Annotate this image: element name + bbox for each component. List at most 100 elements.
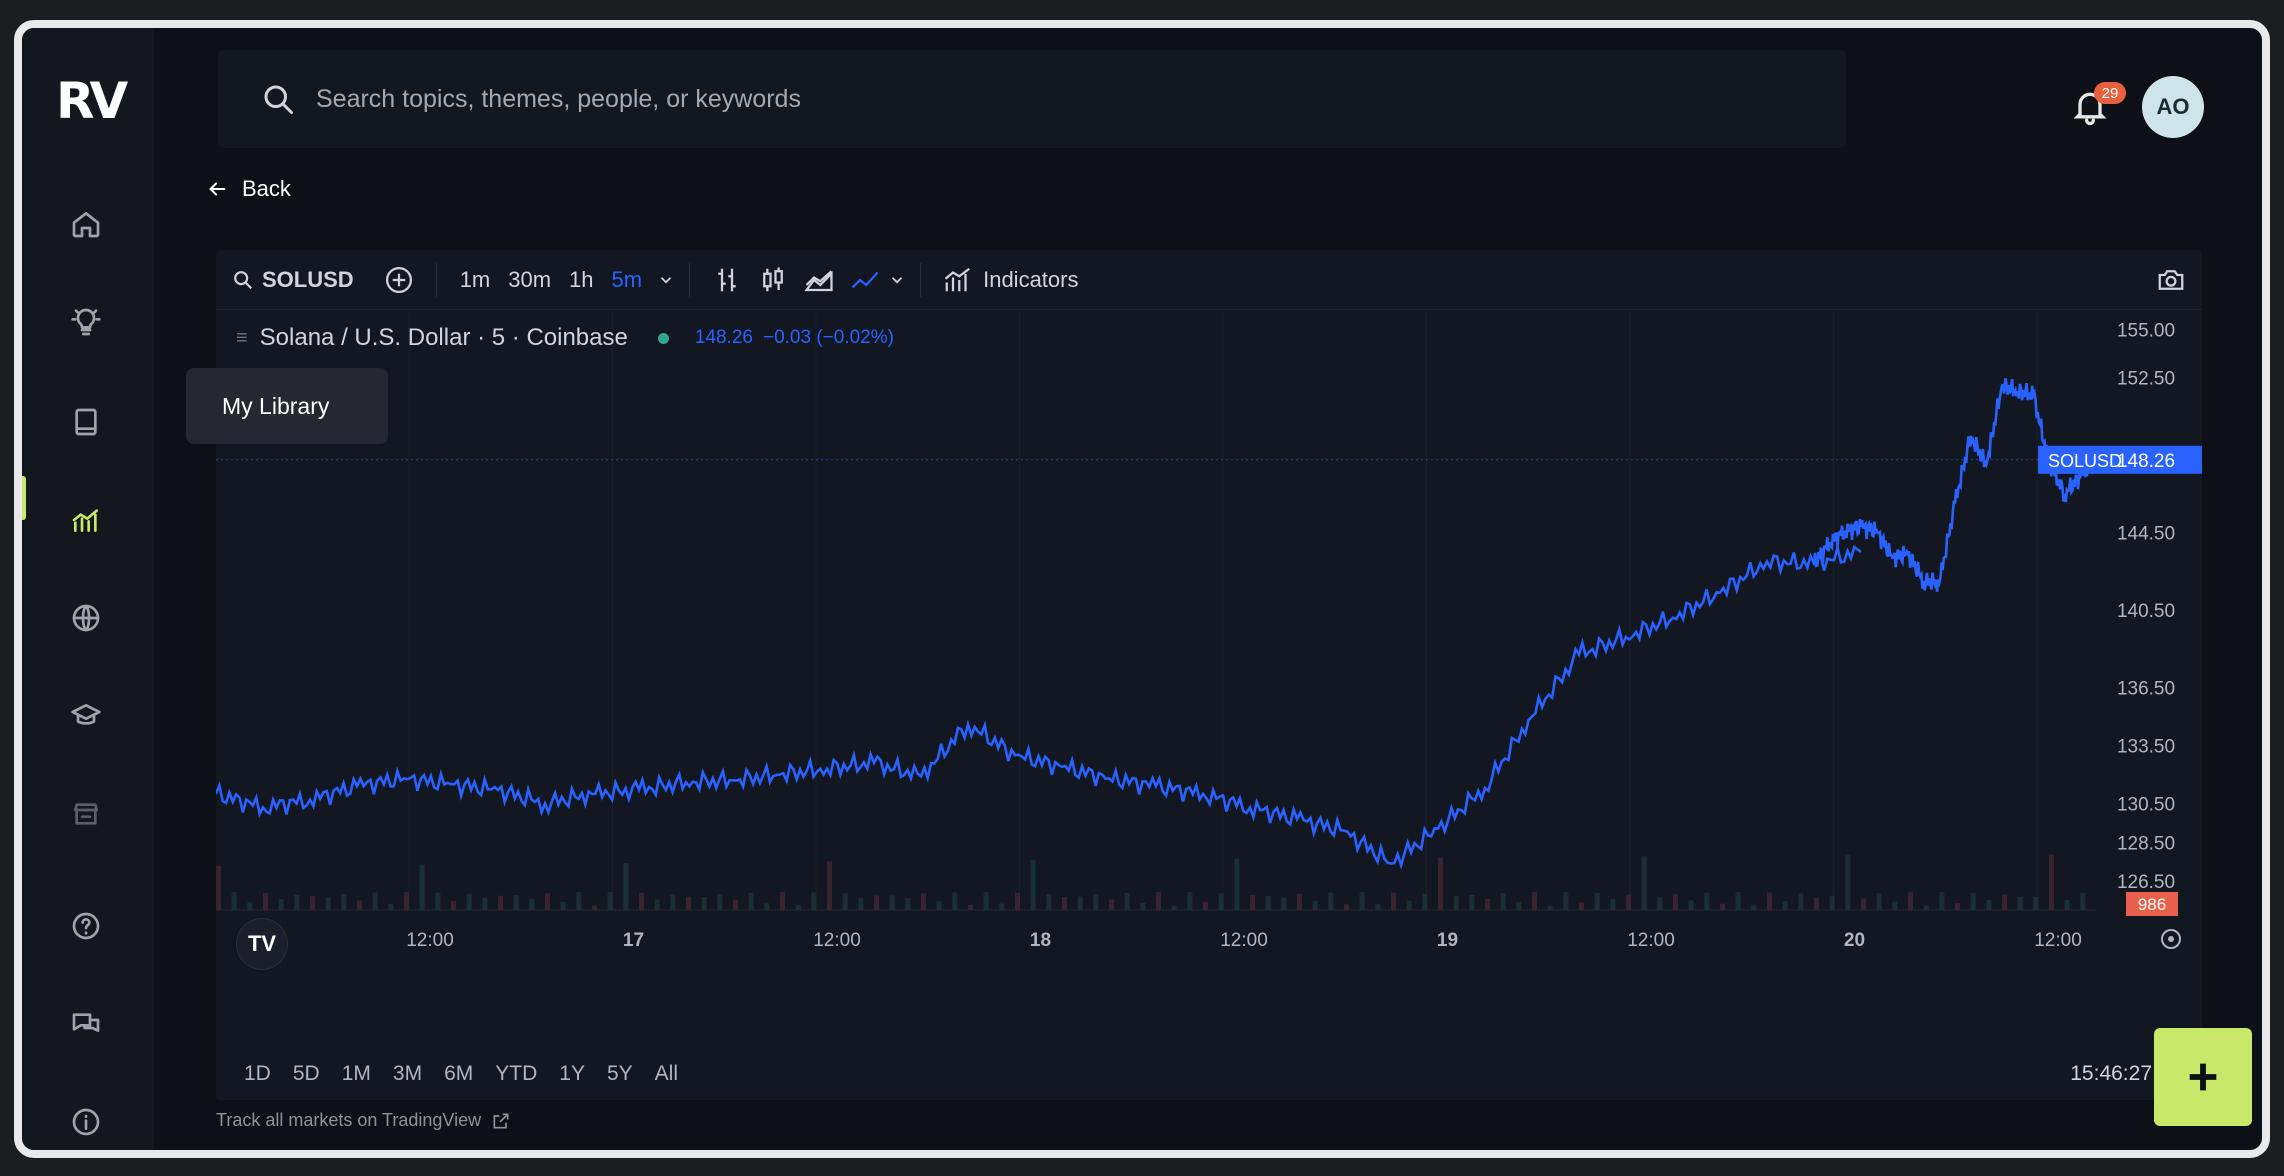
volume-bar — [1124, 892, 1130, 910]
volume-bar — [717, 894, 723, 910]
volume-bar — [968, 904, 973, 910]
home-icon[interactable] — [68, 206, 104, 242]
interval-1m[interactable]: 1m — [451, 267, 500, 293]
help-icon[interactable] — [68, 908, 104, 944]
volume-bar — [404, 892, 409, 910]
app-logo[interactable]: RV — [56, 72, 128, 130]
volume-bar — [1218, 893, 1224, 910]
graduation-cap-icon[interactable] — [68, 698, 104, 734]
x-tick-label: 17 — [623, 930, 644, 951]
range-all[interactable]: All — [647, 1062, 686, 1086]
range-1d[interactable]: 1D — [236, 1062, 279, 1086]
interval-1h[interactable]: 1h — [560, 267, 602, 293]
chat-icon[interactable] — [68, 1006, 104, 1042]
volume-bar — [2049, 854, 2054, 910]
volume-bar — [1704, 892, 1710, 910]
plus-icon — [2189, 1063, 2217, 1091]
range-5d[interactable]: 5D — [285, 1062, 328, 1086]
sidebar-tooltip: My Library — [186, 368, 388, 444]
volume-bar — [2002, 894, 2007, 910]
volume-bar — [388, 903, 394, 910]
volume-bar — [372, 892, 378, 910]
volume-bar — [1986, 899, 1992, 910]
y-tick-label: 130.50 — [2117, 795, 2175, 816]
avatar[interactable]: AO — [2142, 76, 2204, 138]
toolbar-divider — [920, 262, 922, 297]
chevron-down-icon[interactable] — [888, 271, 906, 289]
range-6m[interactable]: 6M — [436, 1062, 481, 1086]
tradingview-link[interactable]: Track all markets on TradingView — [216, 1110, 511, 1131]
volume-bar — [1594, 892, 1600, 910]
area-style-icon[interactable] — [804, 265, 834, 295]
volume-bar — [482, 897, 488, 910]
volume-bar — [1297, 893, 1302, 910]
info-icon[interactable] — [68, 1104, 104, 1140]
chart-toolbar: SOLUSD 1m 30m 1h 5m Indicators — [216, 250, 2202, 310]
book-icon[interactable] — [68, 404, 104, 440]
range-1m[interactable]: 1M — [334, 1062, 379, 1086]
external-link-icon — [493, 1113, 509, 1128]
tradingview-logo[interactable]: TV — [236, 918, 288, 970]
volume-bar — [1829, 895, 1835, 910]
search-icon — [264, 85, 293, 114]
legend-menu-icon[interactable]: ≡ — [236, 327, 248, 350]
range-1y[interactable]: 1Y — [551, 1062, 593, 1086]
lightbulb-icon[interactable] — [68, 304, 104, 340]
volume-bar — [889, 895, 895, 910]
add-symbol-icon[interactable] — [384, 265, 414, 295]
indicators-icon[interactable] — [943, 265, 973, 295]
price-series-line — [1812, 378, 2097, 592]
globe-icon[interactable] — [68, 600, 104, 636]
volume-bar — [2080, 892, 2086, 910]
volume-bar — [2033, 896, 2039, 910]
candles-style-icon[interactable] — [758, 265, 788, 295]
range-3m[interactable]: 3M — [385, 1062, 430, 1086]
volume-bar — [1375, 904, 1381, 910]
range-ytd[interactable]: YTD — [487, 1062, 545, 1086]
symbol-search-button[interactable]: SOLUSD — [232, 267, 354, 293]
volume-bar — [560, 901, 566, 910]
volume-bar — [1547, 905, 1553, 910]
volume-bar — [1046, 894, 1052, 910]
price-chart[interactable]: 155.00 152.50 144.50 140.50 136.50 133.50 130.… — [216, 310, 2202, 1100]
y-tick-label: 133.50 — [2117, 736, 2175, 757]
volume-bar — [1077, 896, 1083, 910]
range-5y[interactable]: 5Y — [599, 1062, 641, 1086]
active-nav-indicator — [22, 476, 26, 520]
volume-bar — [1720, 903, 1725, 910]
volume-bar — [1140, 902, 1146, 910]
volume-bar — [1109, 899, 1114, 910]
volume-bar — [936, 901, 942, 910]
store-icon[interactable] — [68, 796, 104, 832]
camera-icon[interactable] — [2156, 265, 2186, 295]
interval-5m[interactable]: 5m — [603, 267, 652, 293]
y-tick-label: 144.50 — [2117, 524, 2175, 545]
bar-style-icon[interactable] — [712, 265, 742, 295]
add-button[interactable] — [2154, 1028, 2252, 1126]
volume-bar — [1265, 895, 1271, 910]
notification-badge: 29 — [2094, 82, 2126, 104]
volume-bar — [952, 892, 958, 910]
volume-bar — [1908, 892, 1913, 910]
volume-bar — [1344, 904, 1349, 910]
chevron-down-icon[interactable] — [657, 271, 675, 289]
volume-bar — [905, 898, 911, 910]
back-button[interactable]: Back — [206, 176, 291, 202]
search-input[interactable] — [316, 84, 1716, 114]
volume-bar — [1234, 858, 1240, 910]
search-bar[interactable] — [218, 50, 1846, 148]
volume-bar — [1892, 901, 1898, 910]
line-style-icon[interactable] — [850, 265, 880, 295]
interval-30m[interactable]: 30m — [499, 267, 560, 293]
sidebar: RV — [22, 28, 154, 1150]
volume-bar — [1516, 902, 1522, 910]
volume-bar — [1970, 892, 1976, 910]
x-tick-label: 12:00 — [813, 930, 861, 951]
volume-bar — [639, 892, 644, 910]
volume-bar — [1171, 905, 1177, 910]
indicators-button[interactable]: Indicators — [983, 267, 1087, 293]
volume-bar — [1563, 892, 1569, 910]
volume-bar — [999, 903, 1005, 910]
markets-chart-icon[interactable] — [68, 502, 104, 538]
volume-bar — [466, 893, 472, 910]
